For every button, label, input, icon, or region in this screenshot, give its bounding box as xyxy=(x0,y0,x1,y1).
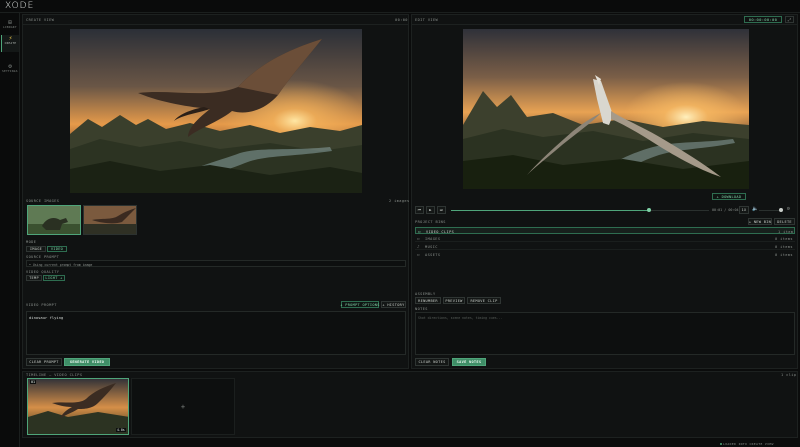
edit-preview-image xyxy=(463,29,749,189)
expand-icon: ⤢ xyxy=(787,17,792,22)
image-count: 2 images xyxy=(389,199,410,203)
bin-name: MUSIC xyxy=(425,244,438,249)
status-bar: LOADED INTO CREATE VIEW xyxy=(720,441,774,446)
clip-number: 01 xyxy=(30,380,37,384)
folder-icon: ▭ xyxy=(417,251,420,257)
bin-row-music[interactable]: ♪ MUSIC 0 items xyxy=(415,243,795,250)
generate-video-button[interactable]: GENERATE VIDEO xyxy=(64,358,110,366)
assembly-label: ASSEMBLY xyxy=(415,292,436,296)
sidebar-item-label: LIBRARY xyxy=(3,26,17,29)
remove-clip-button[interactable]: REMOVE CLIP xyxy=(467,297,501,304)
bin-row-video-clips[interactable]: ▭ VIDEO CLIPS 1 item xyxy=(415,227,795,234)
source-thumbnail-2[interactable] xyxy=(83,205,137,235)
speed-button[interactable]: 1x xyxy=(739,206,749,214)
status-text: LOADED INTO CREATE VIEW xyxy=(723,441,774,446)
source-prompt-label: SOURCE PROMPT xyxy=(26,255,60,259)
skip-back-button[interactable]: ⏮ xyxy=(415,206,424,214)
bin-count: 0 items xyxy=(775,244,793,249)
create-preview-image xyxy=(70,29,362,193)
notes-placeholder: Shot directions, scene notes, timing cue… xyxy=(418,315,503,320)
history-button[interactable]: + HISTORY xyxy=(381,301,406,308)
source-prompt-field[interactable]: • Using current prompt from image xyxy=(26,260,406,267)
folder-icon: ▭ xyxy=(418,228,421,234)
skip-forward-icon: ⏭ xyxy=(439,208,444,212)
download-button[interactable]: + DOWNLOAD xyxy=(712,193,746,200)
settings-icon[interactable]: ⚙ xyxy=(787,206,790,212)
quality-light-button[interactable]: LIGHT + xyxy=(43,275,65,281)
quality-temp-button[interactable]: TEMP xyxy=(26,275,42,281)
status-dot-icon xyxy=(720,442,722,445)
source-images-label: SOURCE IMAGES xyxy=(26,199,60,203)
clear-notes-button[interactable]: CLEAR NOTES xyxy=(415,358,449,366)
notes-textarea[interactable]: Shot directions, scene notes, timing cue… xyxy=(415,312,795,355)
renumber-button[interactable]: RENUMBER xyxy=(415,297,441,304)
mode-video-button[interactable]: VIDEO xyxy=(47,246,67,252)
bin-count: 1 item xyxy=(778,229,794,234)
app-logo: XODE xyxy=(5,1,35,11)
notes-label: NOTES xyxy=(415,307,428,311)
add-clip-icon: + xyxy=(180,402,186,411)
top-bar: XODE xyxy=(0,0,800,13)
video-prompt-textarea[interactable]: dinosaur flying xyxy=(26,311,406,355)
mode-image-button[interactable]: IMAGE xyxy=(26,246,46,252)
create-view-panel: CREATE VIEW 00:00 SOURCE IMAGES 2 images xyxy=(22,14,409,369)
folder-icon: ▭ xyxy=(417,235,420,241)
clip-duration: 4.0s xyxy=(116,428,126,432)
bin-row-images[interactable]: ▭ IMAGES 0 items xyxy=(415,235,795,242)
edit-timecode: 00:00:00:00 xyxy=(744,16,782,23)
timeline-drop-zone[interactable]: + xyxy=(131,378,235,435)
edit-timecode-text: 00:00:00:00 xyxy=(748,17,778,22)
panel-title: CREATE VIEW xyxy=(26,18,55,22)
skip-forward-button[interactable]: ⏭ xyxy=(437,206,446,214)
gear-icon: ⚙ xyxy=(8,63,12,70)
save-notes-button[interactable]: SAVE NOTES xyxy=(452,358,486,366)
panel-title: EDIT VIEW xyxy=(415,18,439,22)
source-thumbnail-1[interactable] xyxy=(27,205,81,235)
edit-header: EDIT VIEW 00:00:00:00 ⤢ xyxy=(412,15,797,25)
prompt-options-button[interactable]: + PROMPT OPTIONS xyxy=(340,301,379,308)
delete-bin-button[interactable]: DELETE xyxy=(774,218,795,225)
timeline-clip[interactable]: 01 4.0s xyxy=(27,378,129,435)
project-bins-label: PROJECT BINS xyxy=(415,220,446,224)
timeline-panel: TIMELINE — VIDEO CLIPS 1 clip 01 4.0s + xyxy=(22,371,798,438)
bin-name: IMAGES xyxy=(425,236,441,241)
bin-count: 0 items xyxy=(775,236,793,241)
sidebar: ⊞ LIBRARY ⚡ CREATE ⚙ SETTINGS xyxy=(0,13,20,447)
video-prompt-label: VIDEO PROMPT xyxy=(26,303,57,307)
new-bin-button[interactable]: + NEW BIN xyxy=(748,218,772,225)
preview-button[interactable]: PREVIEW xyxy=(443,297,465,304)
timeline-label: TIMELINE — VIDEO CLIPS xyxy=(26,373,83,377)
create-header: CREATE VIEW 00:00 xyxy=(23,15,408,25)
fullscreen-button[interactable]: ⤢ xyxy=(785,16,794,23)
bin-name: ASSETS xyxy=(425,252,441,257)
time-display: 00:01 / 00:04 xyxy=(712,208,739,212)
grid-icon: ⊞ xyxy=(8,19,12,26)
bolt-icon: ⚡ xyxy=(8,35,13,42)
timeline-count: 1 clip xyxy=(781,373,797,377)
video-quality-label: VIDEO QUALITY xyxy=(26,270,60,274)
volume-handle[interactable] xyxy=(779,208,783,212)
sidebar-item-create[interactable]: ⚡ CREATE xyxy=(1,35,19,52)
edit-view-panel: EDIT VIEW 00:00:00:00 ⤢ + DOWNLOAD ⏮ ▶ ⏭… xyxy=(411,14,798,369)
playback-bar: ⏮ ▶ ⏭ 00:01 / 00:04 1x 🔈 ⚙ xyxy=(415,206,795,214)
bin-name: VIDEO CLIPS xyxy=(426,229,455,234)
create-mini-timecode: 00:00 xyxy=(395,18,408,22)
sidebar-item-library[interactable]: ⊞ LIBRARY xyxy=(1,19,19,35)
play-icon: ▶ xyxy=(429,208,432,212)
music-note-icon: ♪ xyxy=(417,243,420,249)
bin-count: 0 items xyxy=(775,252,793,257)
scrub-handle[interactable] xyxy=(647,208,651,212)
play-button[interactable]: ▶ xyxy=(426,206,435,214)
sidebar-item-label: SETTINGS xyxy=(2,70,18,73)
mode-label: MODE xyxy=(26,240,37,244)
volume-icon: 🔈 xyxy=(752,206,759,212)
video-prompt-value: dinosaur flying xyxy=(29,315,64,320)
source-prompt-value: • Using current prompt from image xyxy=(29,262,93,267)
sidebar-item-settings[interactable]: ⚙ SETTINGS xyxy=(1,63,19,79)
bin-row-assets[interactable]: ▭ ASSETS 0 items xyxy=(415,251,795,258)
scrub-progress xyxy=(451,209,649,211)
sidebar-item-label: CREATE xyxy=(4,42,17,45)
skip-back-icon: ⏮ xyxy=(417,208,422,212)
clear-prompt-button[interactable]: CLEAR PROMPT xyxy=(26,358,62,366)
